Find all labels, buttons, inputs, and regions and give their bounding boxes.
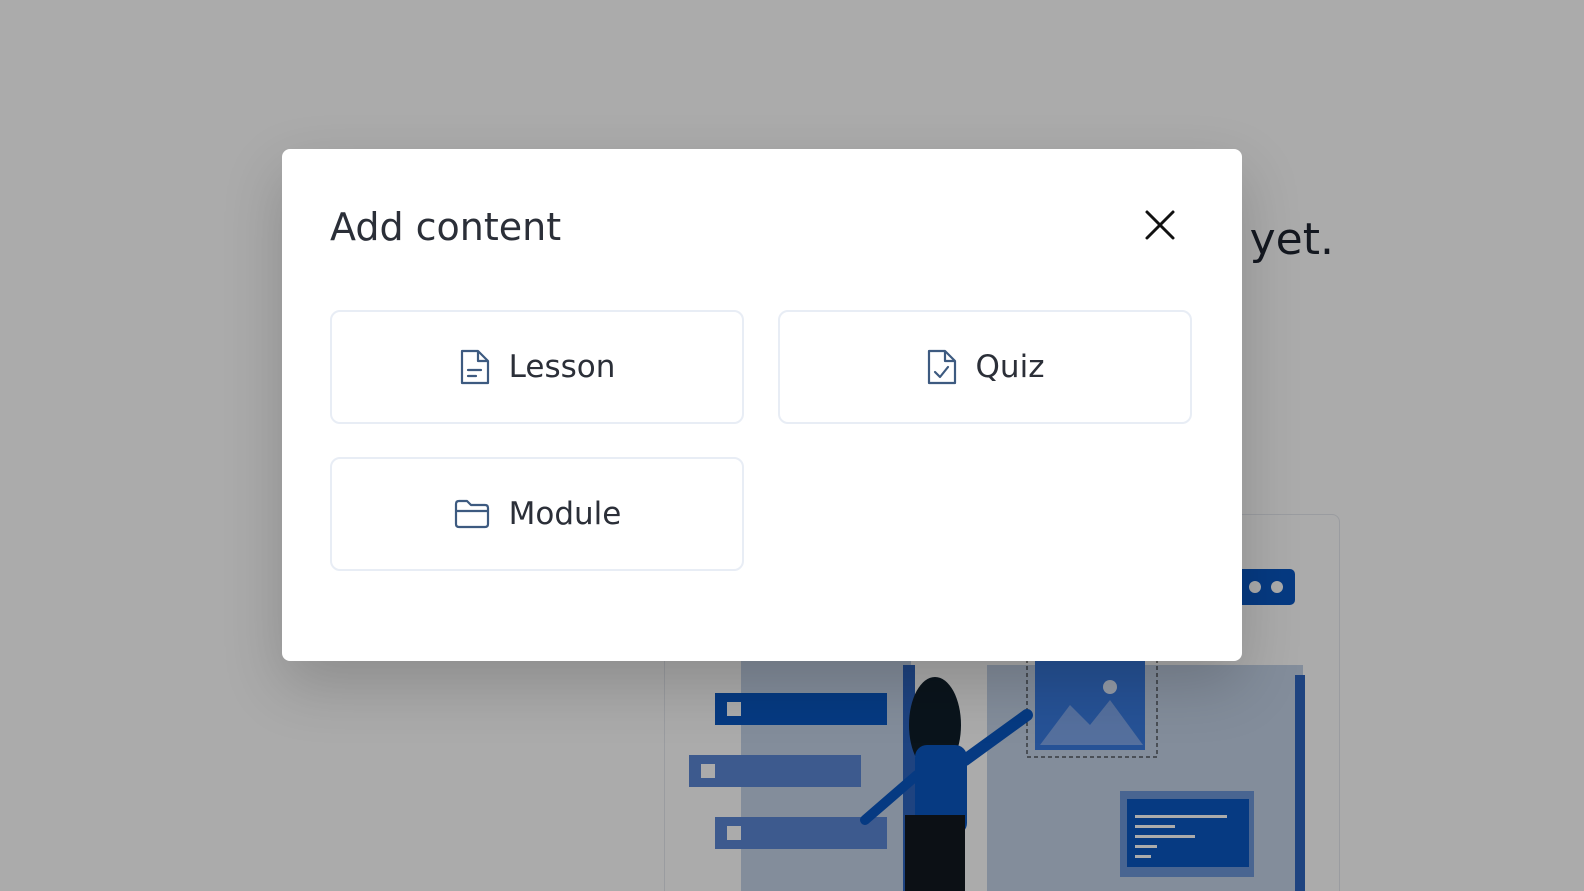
document-icon	[459, 348, 491, 386]
quiz-label: Quiz	[975, 349, 1045, 385]
close-icon	[1145, 210, 1175, 240]
folder-icon	[453, 498, 491, 530]
lesson-label: Lesson	[508, 349, 616, 385]
add-module-button[interactable]: Module	[330, 457, 744, 571]
add-content-modal: Add content Lesson Quiz Module	[282, 149, 1242, 661]
close-button[interactable]	[1140, 205, 1180, 245]
module-label: Module	[508, 496, 622, 532]
add-quiz-button[interactable]: Quiz	[778, 310, 1192, 424]
add-lesson-button[interactable]: Lesson	[330, 310, 744, 424]
document-check-icon	[926, 348, 958, 386]
modal-title: Add content	[330, 205, 562, 249]
